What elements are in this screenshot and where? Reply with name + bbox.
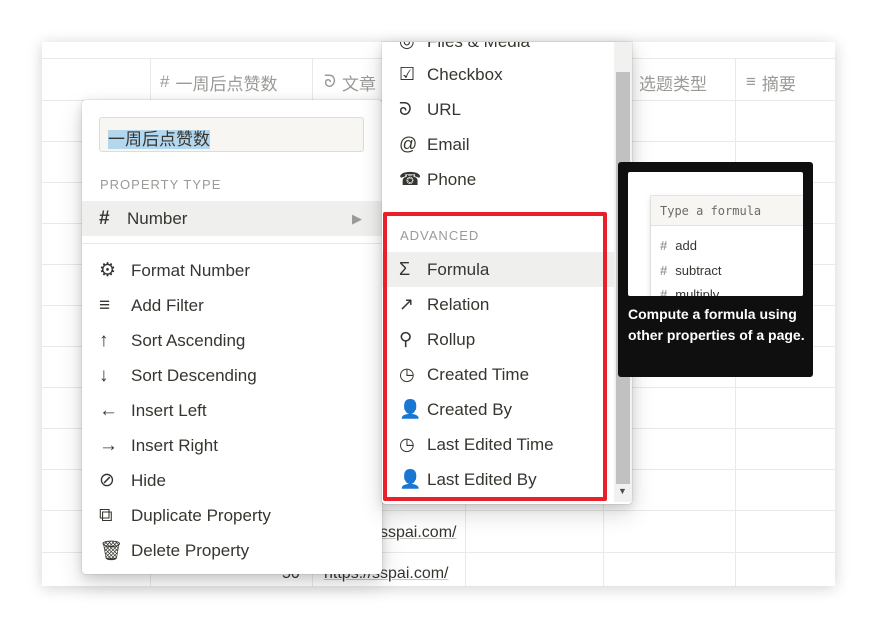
menu-item-label: Hide <box>131 470 166 490</box>
column-header-label: 选题类型 <box>639 74 707 94</box>
formula-preview-popup: Type a formula # add # subtract # multip… <box>651 196 803 296</box>
formula-preview-item: # subtract <box>660 263 721 278</box>
trash-icon: 🗑 <box>99 540 124 562</box>
duplicate-icon: ⧉ <box>99 504 113 526</box>
formula-function-label: subtract <box>675 263 722 278</box>
type-option-label: Email <box>427 134 470 154</box>
formula-function-label: add <box>675 238 697 253</box>
at-icon: @ <box>399 134 418 154</box>
property-menu: 一周后点赞数 PROPERTY TYPE # Number ▶ ⚙ Format… <box>82 100 382 574</box>
hide-item[interactable]: ⊘ Hide <box>99 463 166 498</box>
add-filter-item[interactable]: ≡ Add Filter <box>99 288 204 323</box>
number-icon: # <box>660 238 668 253</box>
type-option-label: Files & Media <box>427 42 530 52</box>
type-option-url[interactable]: ᘐ URL <box>382 92 614 127</box>
type-option-phone[interactable]: ☎ Phone <box>382 162 614 197</box>
column-header-summary[interactable]: ≡ 摘要 <box>746 64 796 100</box>
paperclip-icon: ◎ <box>399 42 427 52</box>
url-icon: ᘐ <box>324 72 336 91</box>
url-cell[interactable]: sspai.com/ <box>380 524 456 542</box>
column-header-label: 摘要 <box>761 74 796 94</box>
formula-preview-item: # multiply <box>660 287 719 296</box>
checkbox-icon: ☑ <box>399 64 416 84</box>
column-header-likes[interactable]: # 一周后点赞数 <box>160 64 277 100</box>
column-header-article[interactable]: ᘐ 文章 <box>324 64 376 100</box>
arrow-down-icon: ↓ <box>99 364 109 386</box>
property-type-value: Number <box>127 208 188 228</box>
number-icon: # <box>99 207 110 229</box>
menu-item-label: Insert Left <box>131 400 207 420</box>
type-option-label: Checkbox <box>427 64 503 84</box>
scroll-down-arrow-icon[interactable]: ▼ <box>618 486 627 496</box>
phone-icon: ☎ <box>399 169 422 189</box>
delete-property-item[interactable]: 🗑 Delete Property <box>99 533 249 568</box>
column-header-label: 文章 <box>341 74 376 94</box>
type-option-label: URL <box>427 99 462 119</box>
property-name-value: 一周后点赞数 <box>108 130 210 149</box>
advanced-highlight-box <box>383 212 607 501</box>
duplicate-property-item[interactable]: ⧉ Duplicate Property <box>99 498 271 533</box>
property-type-select[interactable]: # Number ▶ <box>82 201 382 236</box>
menu-divider <box>82 243 382 244</box>
formula-preview-input: Type a formula <box>651 196 803 226</box>
number-icon: # <box>660 263 668 278</box>
filter-icon: ≡ <box>99 294 111 316</box>
menu-item-label: Insert Right <box>131 435 218 455</box>
menu-item-label: Duplicate Property <box>131 505 271 525</box>
insert-right-item[interactable]: → Insert Right <box>99 428 218 463</box>
number-icon: # <box>660 287 668 296</box>
sort-descending-item[interactable]: ↓ Sort Descending <box>99 358 257 393</box>
formula-preview-item: # add <box>660 238 697 253</box>
formula-tooltip: Type a formula # add # subtract # multip… <box>618 162 813 377</box>
link-icon: ᘐ <box>399 99 412 119</box>
sort-ascending-item[interactable]: ↑ Sort Ascending <box>99 323 245 358</box>
menu-item-label: Format Number <box>131 260 251 280</box>
column-header-label: 一周后点赞数 <box>175 74 278 94</box>
insert-left-item[interactable]: ← Insert Left <box>99 393 207 428</box>
number-icon: # <box>160 72 170 91</box>
formula-preview: Type a formula # add # subtract # multip… <box>628 172 803 296</box>
arrow-left-icon: ← <box>99 399 118 421</box>
arrow-up-icon: ↑ <box>99 329 109 351</box>
menu-item-label: Sort Descending <box>131 365 257 385</box>
eye-slash-icon: ⊘ <box>99 470 115 491</box>
menu-item-label: Delete Property <box>131 540 250 560</box>
menu-item-label: Sort Ascending <box>131 330 246 350</box>
text-icon: ≡ <box>746 72 756 91</box>
property-name-input[interactable]: 一周后点赞数 <box>99 117 364 152</box>
column-header-topic-type[interactable]: 选题类型 <box>639 64 707 100</box>
type-option-checkbox[interactable]: ☑ Checkbox <box>382 57 614 92</box>
format-number-item[interactable]: ⚙ Format Number <box>99 253 250 288</box>
property-type-label: PROPERTY TYPE <box>100 177 222 192</box>
caret-right-icon: ▶ <box>352 210 362 226</box>
tooltip-description: Compute a formula using other properties… <box>628 306 805 343</box>
gear-icon: ⚙ <box>99 260 117 281</box>
type-option-email[interactable]: @ Email <box>382 127 614 162</box>
type-option-label: Phone <box>427 169 477 189</box>
formula-function-label: multiply <box>675 287 720 296</box>
menu-item-label: Add Filter <box>131 295 204 315</box>
arrow-right-icon: → <box>99 434 118 456</box>
